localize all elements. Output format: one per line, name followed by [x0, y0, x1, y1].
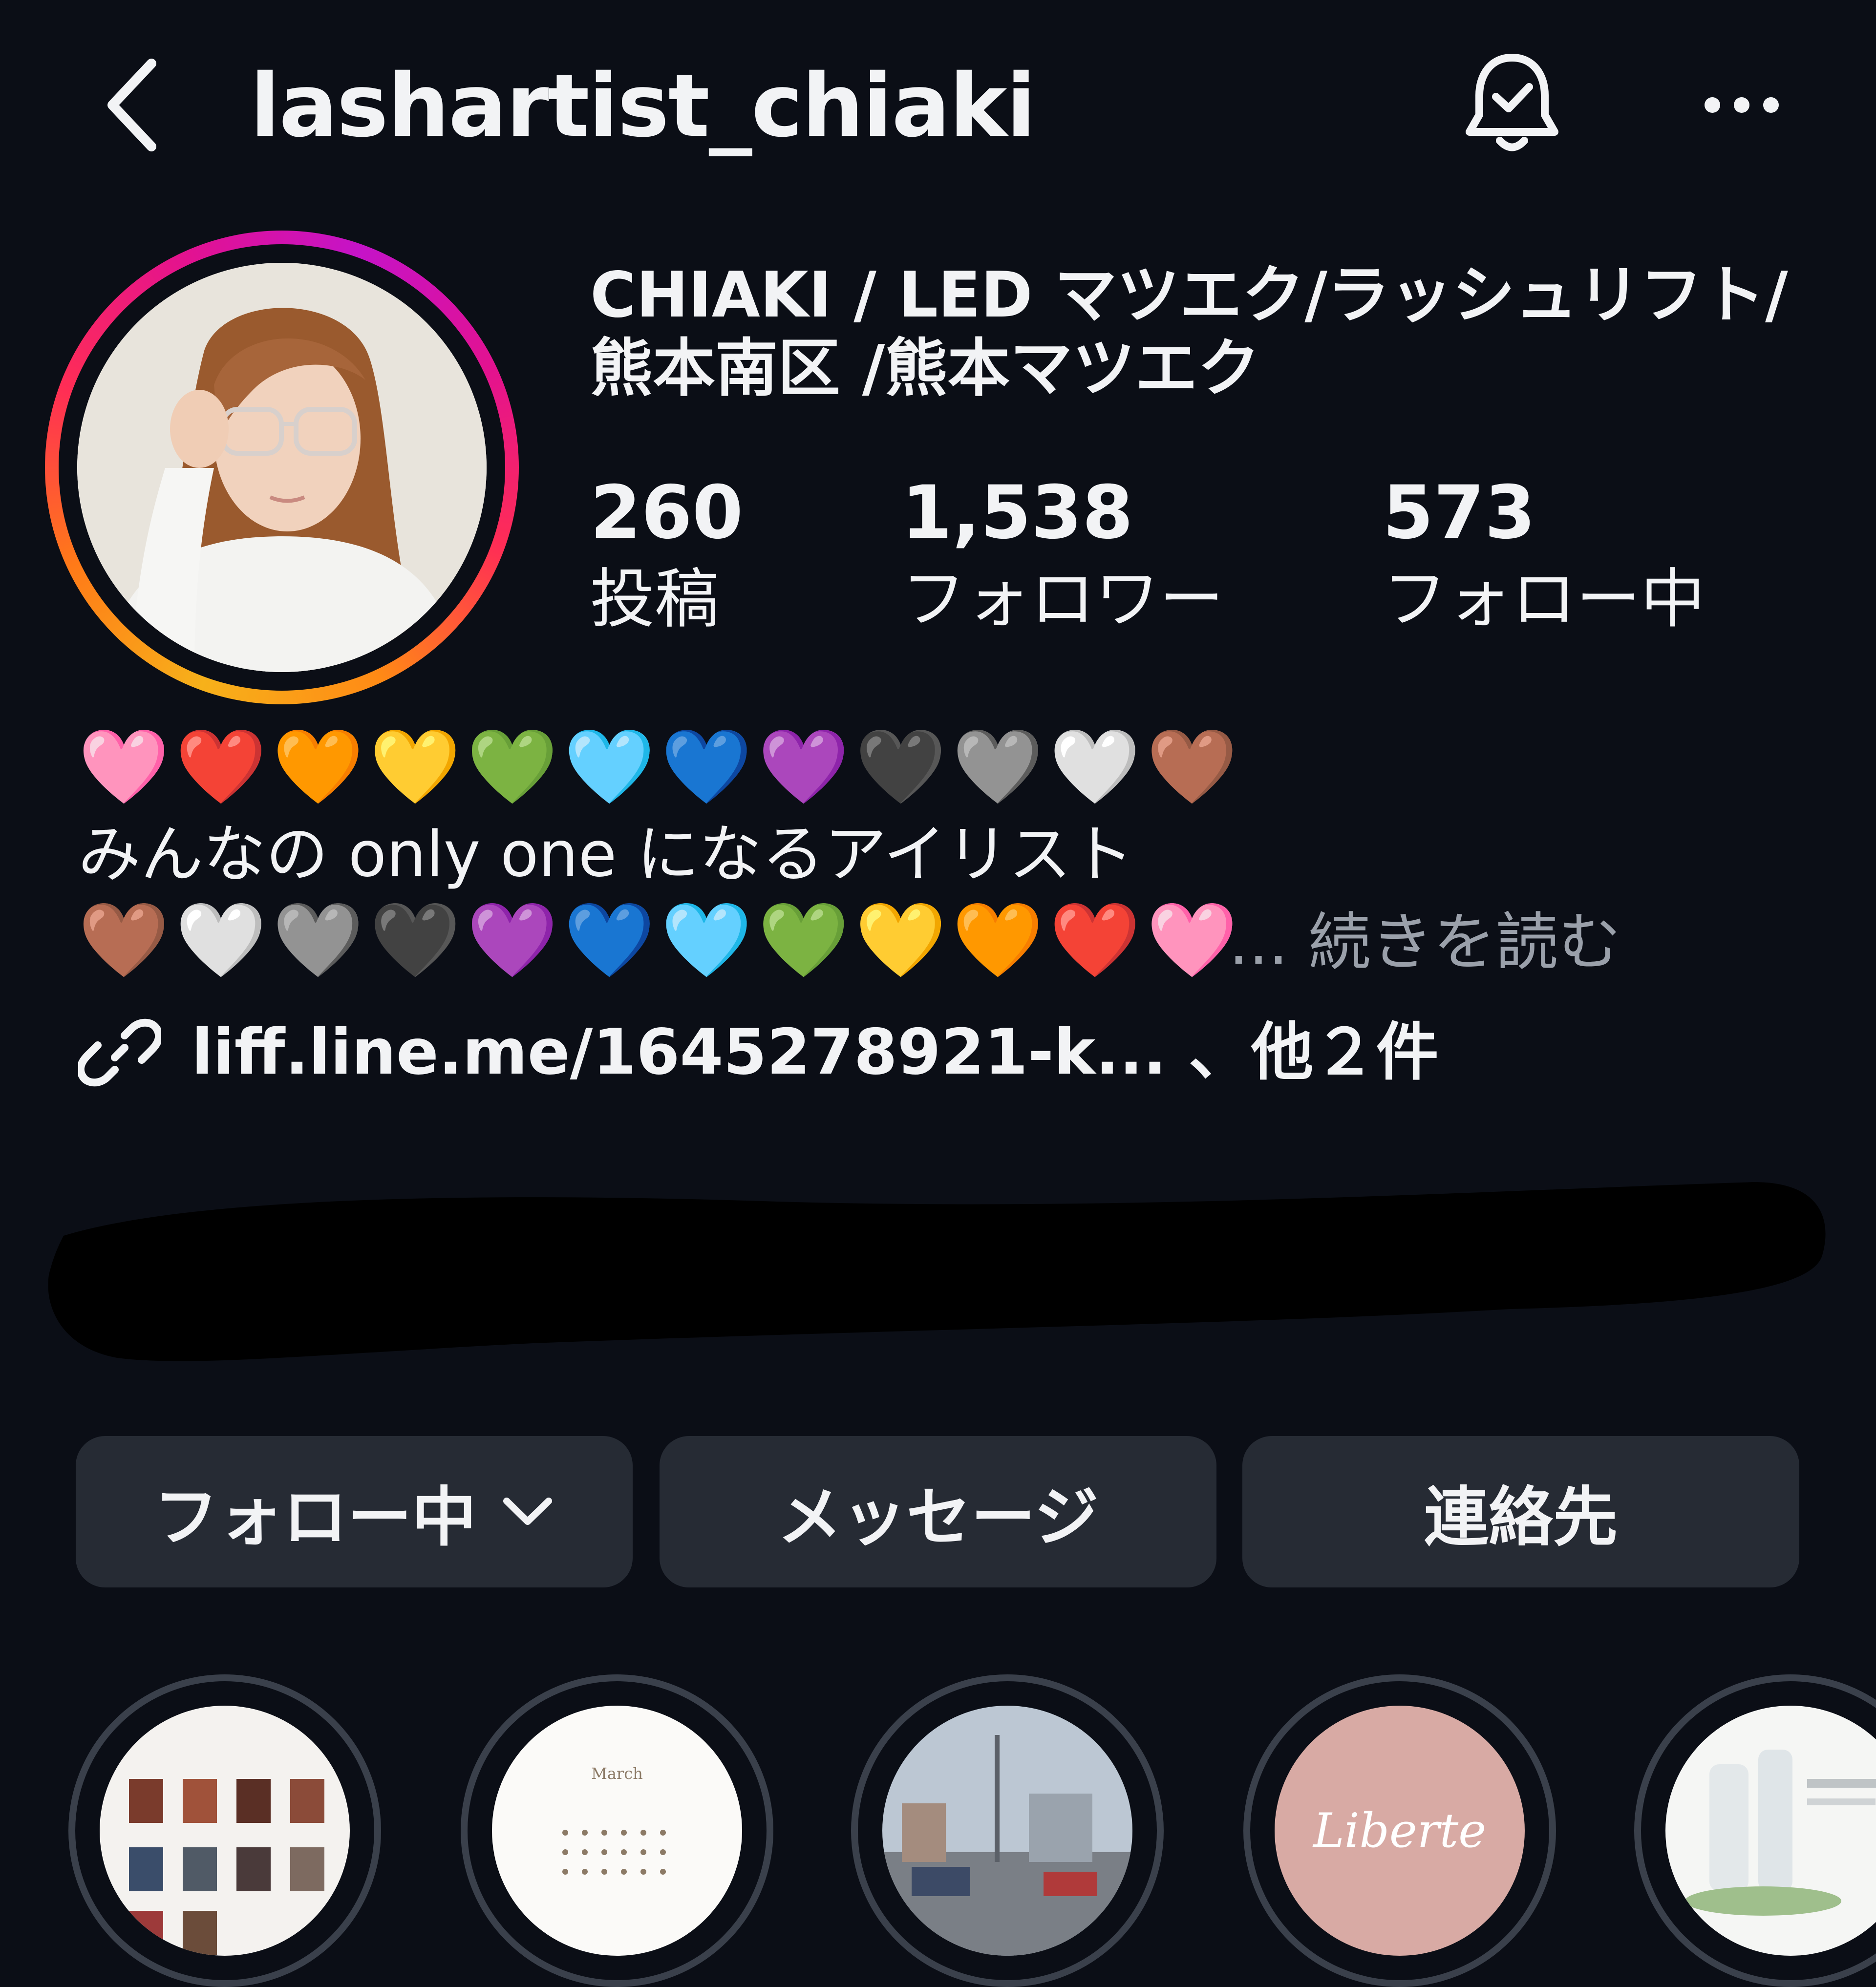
message-button[interactable]: メッセージ	[660, 1436, 1216, 1587]
highlight-item[interactable]	[68, 1674, 381, 1987]
highlight-item[interactable]	[851, 1674, 1164, 1987]
posts-stat[interactable]: 260 投稿	[590, 469, 743, 641]
bio-hearts-row-2: 🤎🤍🩶🖤💜💙🩵💚💛🧡❤️🩷	[78, 898, 1244, 983]
bio-hearts-row-1: 🩷❤️🧡💛💚🩵💙💜🖤🩶🤍🤎	[78, 724, 1244, 809]
bell-check-icon[interactable]	[1461, 49, 1563, 161]
profile-username: lashartist_chiaki	[250, 55, 1036, 156]
posts-label: 投稿	[590, 562, 719, 637]
profile-full-name: CHIAKI / LED マツエク/ラッシュリフト/ 熊本南区 /熊本マツエク	[590, 259, 1812, 405]
contact-button-label: 連絡先	[1424, 1480, 1618, 1555]
chevron-down-icon	[503, 1498, 552, 1525]
following-button[interactable]: フォロー中	[76, 1436, 633, 1587]
bio-text: みんなの only one になるアイリスト	[78, 818, 1134, 891]
brand-logo-text: Liberte	[1313, 1803, 1486, 1858]
following-stat[interactable]: 573 フォロー中	[1383, 469, 1705, 641]
following-label: フォロー中	[1383, 562, 1705, 637]
highlight-calendar-thumbnail: March	[492, 1706, 742, 1956]
bio-link[interactable]: liff.line.me/1645278921-k... 、他２件	[192, 1009, 1439, 1097]
avatar[interactable]	[77, 263, 487, 672]
highlight-item[interactable]: Liberte	[1243, 1674, 1556, 1987]
full-name-line-2: 熊本南区 /熊本マツエク	[590, 332, 1260, 405]
link-icon	[78, 1018, 161, 1087]
highlight-lash-colors-thumbnail	[100, 1706, 350, 1956]
message-button-label: メッセージ	[777, 1480, 1099, 1555]
posts-count: 260	[590, 470, 744, 555]
highlight-item[interactable]	[1634, 1674, 1876, 1987]
highlight-brand-thumbnail: Liberte	[1275, 1706, 1525, 1956]
redaction-mark	[48, 1182, 1826, 1361]
full-name-line-1: CHIAKI / LED マツエク/ラッシュリフト/	[590, 259, 1788, 332]
highlight-street-thumbnail	[882, 1706, 1132, 1956]
following-button-label: フォロー中	[154, 1480, 476, 1555]
highlight-product-thumbnail	[1665, 1706, 1876, 1956]
more-options-icon[interactable]	[1700, 88, 1783, 122]
followers-label: フォロワー	[901, 562, 1224, 637]
back-chevron-icon[interactable]	[98, 54, 166, 156]
followers-count: 1,538	[901, 470, 1133, 555]
highlight-item[interactable]: March	[461, 1674, 773, 1987]
followers-stat[interactable]: 1,538 フォロワー	[901, 469, 1224, 641]
avatar-portrait-image	[77, 263, 487, 672]
read-more-link[interactable]: ... 続きを読む	[1229, 899, 1621, 987]
following-count: 573	[1383, 470, 1536, 555]
contact-button[interactable]: 連絡先	[1242, 1436, 1799, 1587]
